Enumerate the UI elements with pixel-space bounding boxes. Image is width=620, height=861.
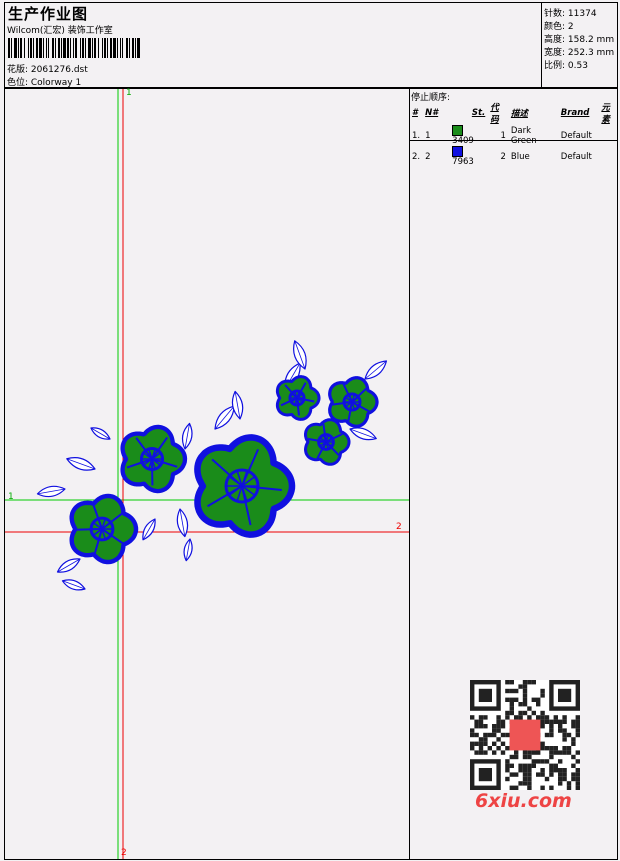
stop-sequence-table: # N# St. 代码 描述 Brand 元素 1. 1 3409 1 Dark… bbox=[410, 101, 620, 167]
table-header-row: # N# St. 代码 描述 Brand 元素 bbox=[410, 101, 620, 125]
row-needle: 2 bbox=[425, 151, 431, 162]
stat-scale: 比例: 0.53 bbox=[544, 61, 588, 71]
row-description: Blue bbox=[510, 151, 530, 162]
row-index: 2. bbox=[412, 151, 421, 162]
colorway-label: 色位: Colorway 1 bbox=[7, 78, 82, 88]
flower-motif bbox=[36, 340, 388, 591]
color-swatch bbox=[452, 125, 464, 136]
row-brand: Default bbox=[560, 130, 592, 141]
barcode bbox=[8, 38, 140, 58]
row-code: 1 bbox=[500, 130, 506, 141]
stat-width: 宽度: 252.3 mm bbox=[544, 48, 615, 58]
axis-label-green-right: 1 bbox=[8, 492, 14, 502]
company-name: Wilcom(汇宏) 装饰工作室 bbox=[7, 26, 113, 36]
col-code: 代码 bbox=[490, 103, 499, 125]
row-description: Dark Green bbox=[510, 125, 537, 146]
embroidery-preview bbox=[5, 89, 409, 859]
stat-height: 高度: 158.2 mm bbox=[544, 35, 615, 45]
qr-code bbox=[470, 680, 580, 790]
page-title: 生产作业图 bbox=[8, 5, 89, 23]
watermark-logo: 6xiu.com bbox=[475, 790, 572, 812]
stat-colors: 颜色: 2 bbox=[544, 22, 574, 32]
row-index: 1. bbox=[412, 130, 421, 141]
col-brand: Brand bbox=[560, 108, 590, 118]
row-code: 2 bbox=[500, 151, 506, 162]
col-description: 描述 bbox=[510, 109, 528, 119]
row-needle: 1 bbox=[425, 130, 431, 141]
table-row: 1. 1 3409 1 Dark Green Default bbox=[410, 125, 620, 146]
design-file: 花版: 2061276.dst bbox=[7, 65, 88, 75]
axis-label-green-top: 1 bbox=[126, 88, 132, 98]
table-row: 2. 2 7963 2 Blue Default bbox=[410, 146, 620, 167]
stat-stitches: 针数: 11374 bbox=[544, 9, 597, 19]
color-swatch bbox=[452, 146, 464, 157]
col-index: # bbox=[412, 108, 418, 118]
col-element: 元素 bbox=[601, 103, 610, 125]
row-brand: Default bbox=[560, 151, 592, 162]
axis-label-red-right: 2 bbox=[396, 522, 402, 532]
col-stitches: St. bbox=[471, 108, 486, 118]
axis-label-red-bottom: 2 bbox=[121, 848, 127, 858]
row-stitches: 7963 bbox=[450, 146, 488, 167]
row-stitches: 3409 bbox=[450, 125, 488, 146]
col-needle: N# bbox=[425, 108, 439, 118]
